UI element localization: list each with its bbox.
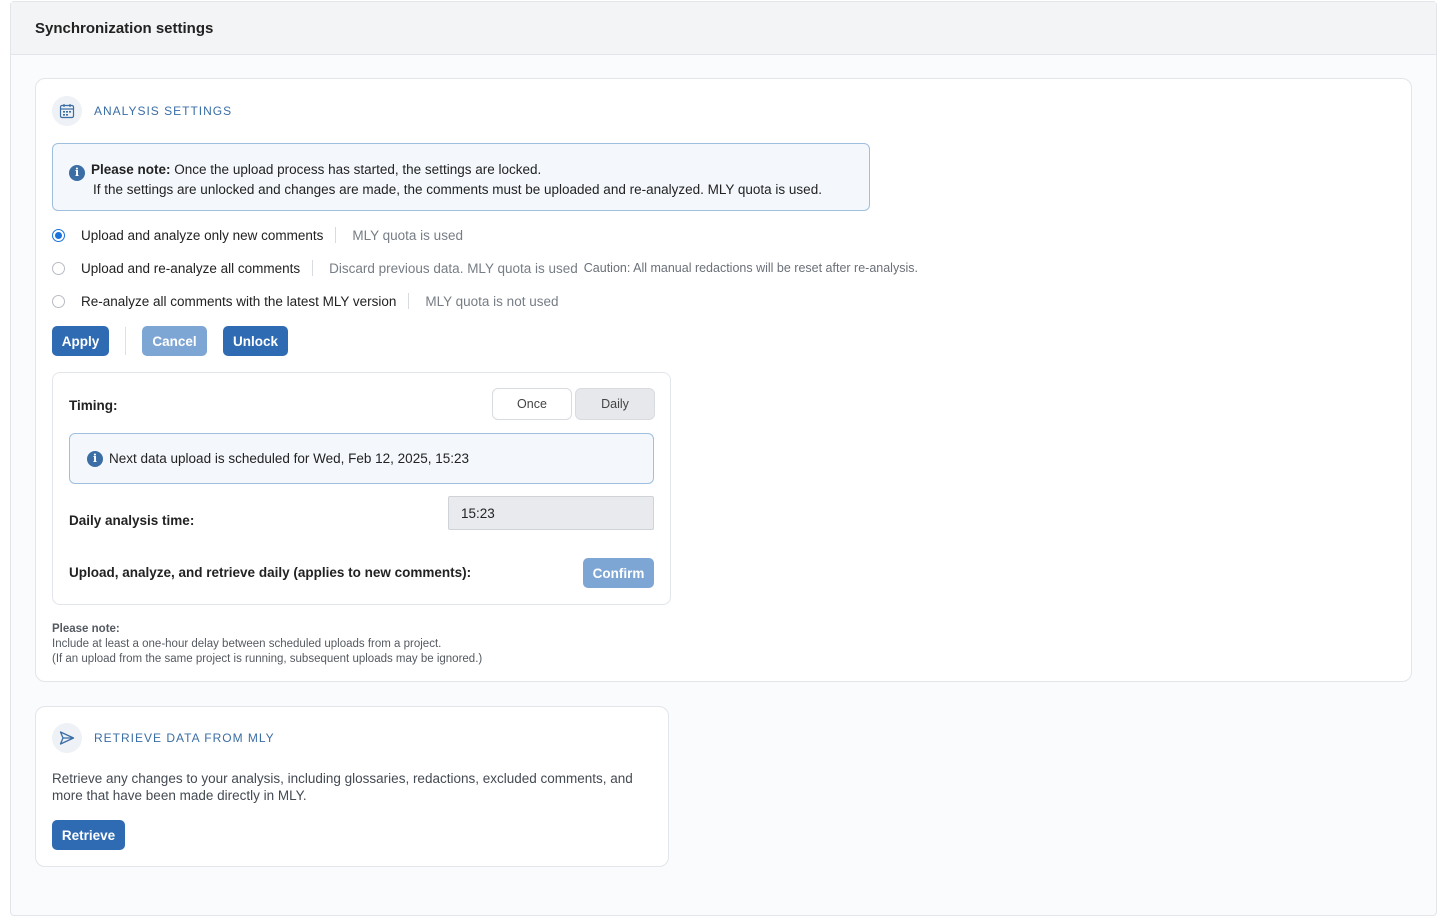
upload-daily-label: Upload, analyze, and retrieve daily (app…: [69, 565, 472, 580]
radio-latest-version[interactable]: [52, 294, 65, 308]
retrieve-section-header: RETRIEVE DATA FROM MLY: [52, 723, 275, 753]
timing-label: Timing:: [69, 398, 118, 413]
calendar-icon: [52, 96, 82, 126]
notice-line2: If the settings are unlocked and changes…: [93, 181, 822, 197]
retrieve-button[interactable]: Retrieve: [52, 820, 125, 850]
option-label: Upload and re-analyze all comments: [81, 260, 301, 276]
retrieve-card: RETRIEVE DATA FROM MLY Retrieve any chan…: [35, 706, 669, 867]
option-label: Upload and analyze only new comments: [81, 227, 324, 243]
radio-new-comments[interactable]: [52, 228, 65, 242]
analysis-section-title: ANALYSIS SETTINGS: [94, 104, 233, 118]
notice-line1: Once the upload process has started, the…: [170, 162, 542, 177]
info-icon: i: [87, 450, 103, 467]
timing-panel: Timing: Once Daily i Next data upload is…: [52, 372, 671, 605]
apply-button[interactable]: Apply: [52, 326, 109, 356]
upload-footnote: Please note: Include at least a one-hour…: [52, 622, 482, 667]
option-reanalyze-all[interactable]: Upload and re-analyze all comments Disca…: [52, 260, 918, 276]
notice-bold: Please note:: [91, 162, 171, 177]
confirm-button[interactable]: Confirm: [583, 558, 654, 588]
lock-notice: i Please note: Once the upload process ha…: [52, 143, 870, 211]
retrieve-section-title: RETRIEVE DATA FROM MLY: [94, 731, 275, 745]
cancel-button[interactable]: Cancel: [142, 326, 207, 356]
footnote-line2: (If an upload from the same project is r…: [52, 653, 483, 665]
settings-page: Synchronization settings ANALYSIS SETTIN…: [10, 1, 1437, 916]
retrieve-description: Retrieve any changes to your analysis, i…: [52, 771, 633, 803]
option-hint: MLY quota is used: [352, 227, 463, 243]
analysis-settings-card: ANALYSIS SETTINGS i Please note: Once the…: [35, 78, 1412, 682]
option-latest-version[interactable]: Re-analyze all comments with the latest …: [52, 293, 558, 309]
schedule-text: Next data upload is scheduled for Wed, F…: [109, 451, 469, 466]
daily-time-input[interactable]: [448, 496, 654, 530]
footnote-title: Please note:: [52, 623, 120, 635]
option-new-comments[interactable]: Upload and analyze only new comments MLY…: [52, 227, 463, 243]
radio-reanalyze-all[interactable]: [52, 261, 65, 275]
page-header: Synchronization settings: [11, 2, 1436, 55]
option-caution: Caution: All manual redactions will be r…: [583, 261, 918, 275]
option-label: Re-analyze all comments with the latest …: [81, 293, 397, 309]
option-hint: MLY quota is not used: [425, 293, 559, 309]
option-hint: Discard previous data. MLY quota is used: [329, 260, 578, 276]
unlock-button[interactable]: Unlock: [223, 326, 288, 356]
page-title: Synchronization settings: [35, 19, 214, 37]
schedule-info: i Next data upload is scheduled for Wed,…: [69, 433, 654, 484]
info-icon: i: [69, 164, 85, 181]
send-icon: [52, 723, 82, 753]
analysis-section-header: ANALYSIS SETTINGS: [52, 96, 232, 126]
toggle-daily[interactable]: Daily: [575, 388, 655, 420]
daily-time-label: Daily analysis time:: [69, 513, 195, 528]
toggle-once[interactable]: Once: [492, 388, 572, 420]
footnote-line1: Include at least a one-hour delay betwee…: [52, 638, 442, 650]
